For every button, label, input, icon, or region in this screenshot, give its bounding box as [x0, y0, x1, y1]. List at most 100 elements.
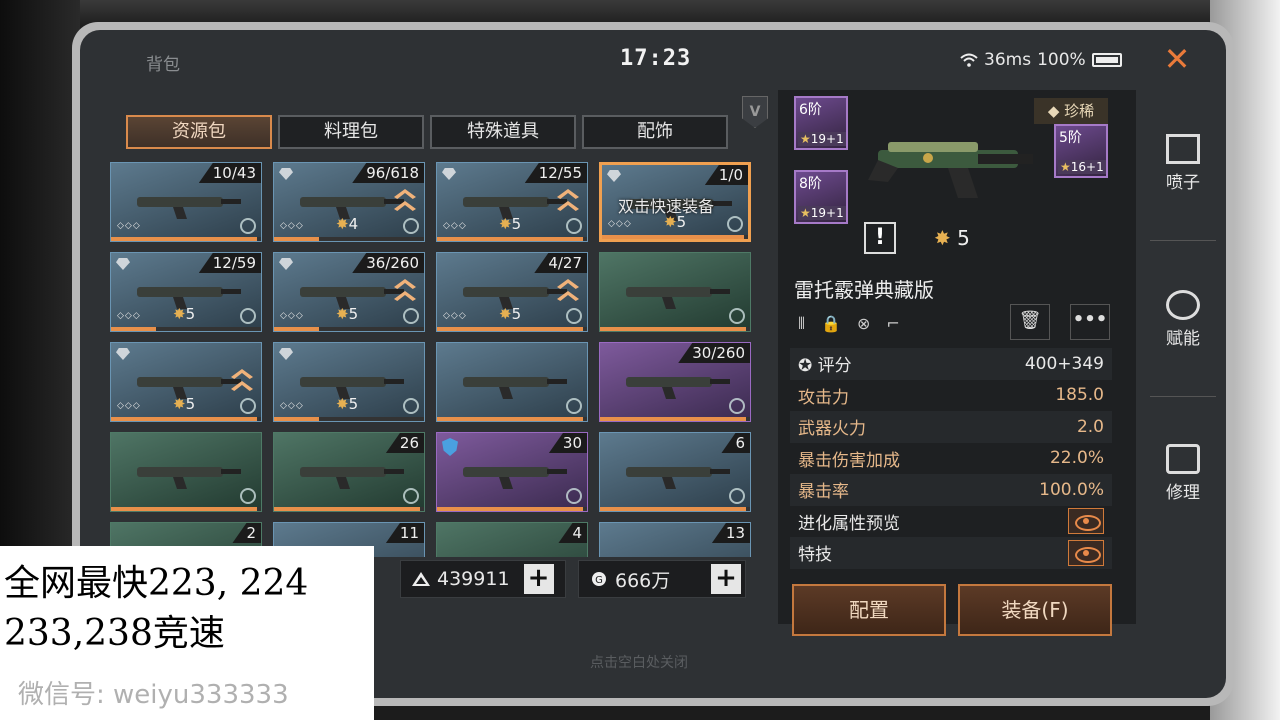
trash-icon[interactable]: 🗑 [1010, 304, 1050, 340]
inventory-slot[interactable]: 1/0 ◇◇◇ ✸5 双击快速装备 [599, 162, 751, 242]
item-count: 4 [558, 523, 587, 543]
item-image [137, 377, 241, 399]
quick-equip-hint: 双击快速装备 [618, 197, 715, 216]
swap-icon [729, 308, 745, 324]
stat-label: 攻击力 [798, 387, 849, 408]
promo-overlay: 全网最快223, 224 233,238竞速 微信号: weiyu333333 [0, 546, 374, 720]
inventory-slot[interactable]: 10/43 ◇◇◇ [110, 162, 262, 242]
spray-icon [1166, 134, 1200, 164]
inventory-slot[interactable] [599, 252, 751, 332]
inventory-slot[interactable] [436, 342, 588, 422]
alert-icon[interactable]: ! [864, 222, 896, 254]
inventory-slot[interactable]: 36/260 ◇◇◇ ✸5 [273, 252, 425, 332]
tab-food-pack[interactable]: 料理包 [278, 115, 424, 149]
inventory-slot[interactable]: 4 [436, 522, 588, 557]
inventory-slot[interactable]: 12/59 ◇◇◇ ✸5 [110, 252, 262, 332]
swap-icon [403, 308, 419, 324]
item-image [300, 197, 404, 219]
equip-button[interactable]: 装备(F) [958, 584, 1112, 636]
eye-icon[interactable] [1068, 508, 1104, 535]
rank-dots: ◇◇◇ [280, 311, 304, 321]
inventory-slot[interactable]: 13 [599, 522, 751, 557]
inventory-slot[interactable]: ◇◇◇ ✸5 [273, 342, 425, 422]
stat-value: 100.0% [1039, 479, 1104, 500]
stat-value: 185.0 [1055, 385, 1104, 406]
stat-row[interactable]: 进化属性预览 [790, 506, 1112, 538]
resource-row: 439911 + G 666万 + [400, 560, 746, 598]
tier-6-card[interactable]: 6阶 ★19+1 [794, 96, 848, 150]
upgrade-icon [394, 279, 416, 307]
gear-icon [1166, 290, 1200, 320]
inventory-slot[interactable] [110, 432, 262, 512]
tier-stars: ★19+1 [798, 132, 846, 146]
close-hint[interactable]: 点击空白处关闭 [590, 652, 688, 672]
rank-dots: ◇◇◇ [117, 311, 141, 321]
item-count: 2 [232, 523, 261, 543]
hammer-icon [1166, 444, 1200, 474]
swap-icon [240, 398, 256, 414]
promo-line-2: 233,238竞速 [4, 613, 225, 654]
durability-bar [437, 237, 587, 241]
item-image [300, 287, 404, 309]
repair-button[interactable]: 修理 [1142, 430, 1224, 530]
more-options-button[interactable]: ••• [1070, 304, 1110, 340]
add-gold-button[interactable]: + [523, 564, 554, 594]
tier-label: 6阶 [799, 102, 822, 118]
side-actions: 喷子 赋能 修理 [1142, 90, 1224, 624]
stats-table: ✪ 评分 400+349 攻击力 185.0 武器火力 2.0 暴击伤害加成 22.0% 暴击率… [790, 348, 1112, 569]
item-count: 10/43 [198, 163, 261, 183]
tab-accessories[interactable]: 配饰 [582, 115, 728, 149]
item-image [300, 467, 404, 489]
inventory-slot[interactable]: 26 [273, 432, 425, 512]
config-button[interactable]: 配置 [792, 584, 946, 636]
stat-row[interactable]: 特技 [790, 537, 1112, 569]
durability-bar [111, 327, 261, 331]
inventory-slot[interactable]: 96/618 ◇◇◇ ✸4 [273, 162, 425, 242]
gold-amount: 439911 [437, 568, 510, 590]
tier-label: 5阶 [1059, 130, 1082, 146]
item-count: 13 [711, 523, 750, 543]
item-image [463, 287, 567, 309]
tab-resource-pack[interactable]: 资源包 [126, 115, 272, 149]
stat-row: 暴击率 100.0% [790, 474, 1112, 506]
inventory-slot[interactable]: 4/27 ◇◇◇ ✸5 [436, 252, 588, 332]
swap-icon [240, 308, 256, 324]
clock: 17:23 [620, 46, 692, 71]
gem-icon: ◆ [1047, 102, 1065, 120]
swap-icon [566, 308, 582, 324]
durability-bar [274, 327, 424, 331]
inventory-slot[interactable]: 6 [599, 432, 751, 512]
status-bar: 背包 17:23 36ms 100% ✕ [80, 30, 1226, 90]
spray-button[interactable]: 喷子 [1142, 120, 1224, 220]
swap-icon [729, 398, 745, 414]
tier-5-card[interactable]: 5阶 ★16+1 [1054, 124, 1108, 178]
empower-button[interactable]: 赋能 [1142, 276, 1224, 376]
upgrade-icon [557, 279, 579, 307]
eye-icon[interactable] [1068, 539, 1104, 566]
tab-special-items[interactable]: 特殊道具 [430, 115, 576, 149]
swap-icon [240, 218, 256, 234]
swap-icon [403, 398, 419, 414]
durability-bar [437, 327, 587, 331]
tier-8-card[interactable]: 8阶 ★19+1 [794, 170, 848, 224]
durability-bar [274, 507, 424, 511]
add-coin-button[interactable]: + [711, 564, 741, 594]
inventory-slot[interactable]: 12/55 ◇◇◇ ✸5 [436, 162, 588, 242]
item-count: 30/260 [678, 343, 750, 363]
promo-line-1: 全网最快223, 224 [4, 563, 309, 604]
inventory-slot[interactable]: 30 [436, 432, 588, 512]
no-sell-icon: ⊗ [856, 314, 871, 333]
wifi-icon [960, 53, 978, 67]
stat-row: 武器火力 2.0 [790, 411, 1112, 443]
item-stars: ✸5 [336, 395, 359, 413]
upgrade-icon [557, 189, 579, 217]
inventory-slot[interactable]: 30/260 [599, 342, 751, 422]
vip-badge[interactable]: V [742, 96, 768, 128]
empower-label: 赋能 [1166, 329, 1200, 349]
item-image [463, 467, 567, 489]
item-count: 1/0 [704, 165, 748, 185]
lock-icon[interactable]: 🔒 [821, 314, 841, 334]
close-icon[interactable]: ✕ [1162, 43, 1192, 75]
inventory-slot[interactable]: ◇◇◇ ✸5 [110, 342, 262, 422]
item-image [137, 467, 241, 489]
